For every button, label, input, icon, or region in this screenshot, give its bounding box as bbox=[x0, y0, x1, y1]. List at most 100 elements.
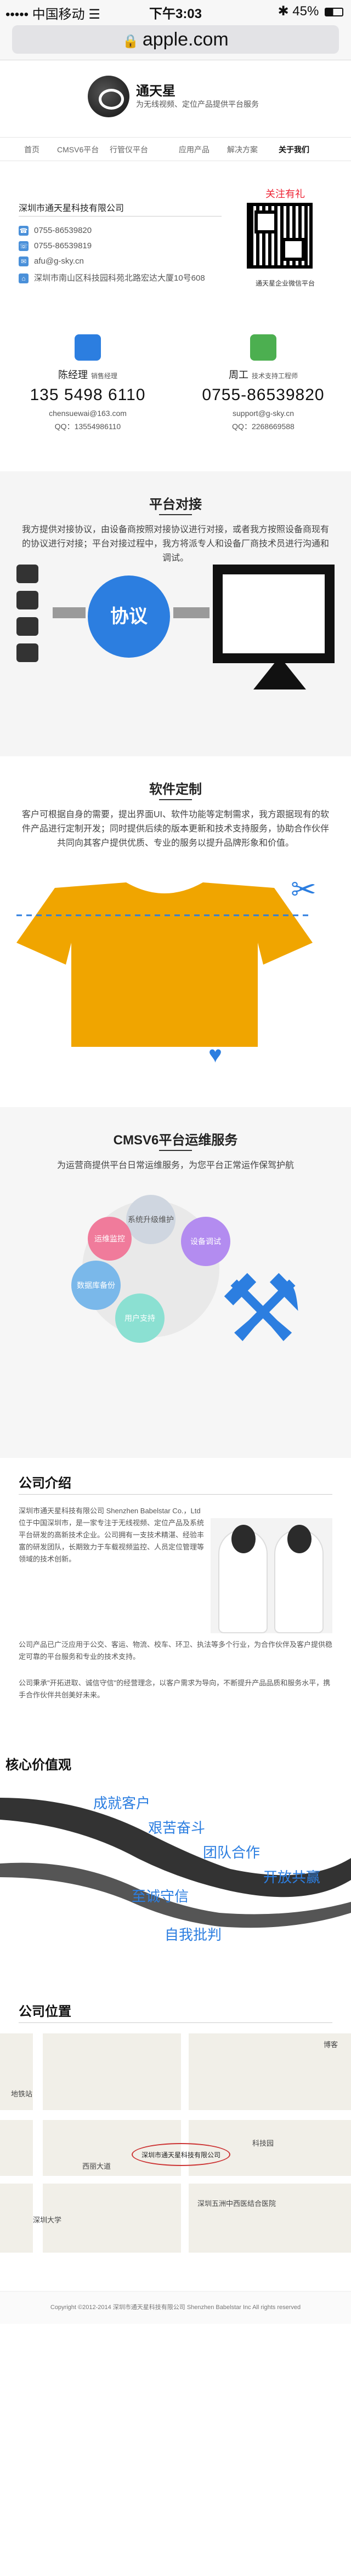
divider bbox=[19, 2022, 332, 2023]
title-underline bbox=[159, 1150, 192, 1151]
gps-icon bbox=[16, 617, 38, 636]
software-custom-section: 软件定制 客户可根据自身的需要，提出界面UI、软件功能等定制需求，我方跟据现有的… bbox=[0, 756, 351, 1107]
arrow-icon bbox=[173, 607, 210, 618]
service-bubble: 用户支持 bbox=[115, 1293, 165, 1343]
site-header: 通天星 为无线视频、定位产品提供平台服务 bbox=[0, 60, 351, 137]
contact-qq: QQ：13554986110 bbox=[54, 422, 121, 431]
scissors-icon: ✂ bbox=[291, 872, 316, 907]
intro-paragraph-2: 公司产品已广泛应用于公交、客运、物流、校车、环卫、执法等多个行业，为合作伙伴及客… bbox=[19, 1640, 333, 1661]
contact-name: 周工 bbox=[228, 369, 248, 380]
battery-level: ✱ 45% bbox=[278, 3, 343, 19]
nav-item-about[interactable]: 关于我们 bbox=[279, 144, 309, 155]
map-label: 深圳大学 bbox=[33, 2216, 62, 2224]
camera-icon bbox=[16, 565, 38, 583]
title-underline bbox=[159, 799, 192, 800]
contact-name: 陈经理 bbox=[58, 369, 88, 380]
company-location-marker[interactable]: 深圳市通天星科技有限公司 bbox=[132, 2143, 230, 2166]
section-desc: 客户可根据自身的需要，提出界面UI、软件功能等定制需求，我方跟据现有的软件产品进… bbox=[22, 810, 330, 848]
fax-icon: ☏ bbox=[19, 241, 29, 252]
contact-email[interactable]: chensuewai@163.com bbox=[16, 409, 159, 418]
contact-section: 深圳市通天星科技有限公司 ☎ 0755-86539820 ☏ 0755-865398… bbox=[0, 181, 351, 471]
brand-name[interactable]: 通天星 bbox=[136, 80, 176, 99]
map-label: 科技园 bbox=[252, 2139, 274, 2147]
section-title: 平台对接 bbox=[149, 497, 202, 512]
company-location-section: 公司位置 博客 科技园 深圳市通天星科技有限公司 地铁站 西丽大道 深圳五洲中西… bbox=[0, 1984, 351, 2291]
tshirt-icon bbox=[16, 882, 313, 1047]
contact-card-sales: 陈经理 销售经理 135 5498 6110 chensuewai@163.com… bbox=[16, 334, 159, 438]
value-item: 开放共赢 bbox=[263, 1869, 321, 1885]
contact-phone-2[interactable]: ☏ 0755-86539819 bbox=[19, 241, 92, 252]
location-icon: ⌂ bbox=[19, 273, 29, 284]
section-desc: 为运营商提供平台日常运维服务，为您平台正常运作保驾护航 bbox=[56, 1161, 294, 1170]
tools-icon bbox=[250, 334, 276, 361]
contact-address: ⌂ 深圳市南山区科技园科苑北路宏达大厦10号608 bbox=[19, 272, 205, 284]
main-nav: 首页 CMSV6平台 行管仪平台 应用产品 解决方案 关于我们 bbox=[0, 137, 351, 161]
company-name: 深圳市通天星科技有限公司 bbox=[19, 204, 124, 213]
status-bar: ••••• 中国移动 ☰ 下午3:03 ✱ 45% bbox=[0, 0, 351, 22]
map-road bbox=[0, 2110, 351, 2120]
copyright-text: Copyright ©2012-2014 深圳市通天星科技有限公司 Shenzh… bbox=[50, 2304, 301, 2311]
page: ••••• 中国移动 ☰ 下午3:03 ✱ 45% 🔒 apple.com 通天… bbox=[0, 0, 351, 2576]
contact-email[interactable]: support@g-sky.cn bbox=[192, 409, 335, 418]
webcam-icon bbox=[16, 643, 38, 662]
section-title: 软件定制 bbox=[149, 782, 202, 797]
value-item: 成就客户 bbox=[93, 1795, 151, 1811]
monitor-icon bbox=[213, 565, 335, 689]
lock-icon: 🔒 bbox=[122, 34, 143, 49]
section-desc: 我方提供对接协议，由设备商按照对接协议进行对接，或者我方按照设备商现有的协议进行… bbox=[22, 525, 330, 563]
logo-icon[interactable] bbox=[88, 76, 129, 117]
contact-email[interactable]: ✉ afu@g-sky.cn bbox=[19, 257, 84, 267]
wrench-screwdriver-icon: ⚒ bbox=[219, 1257, 303, 1361]
person-icon bbox=[75, 334, 101, 361]
cmsv6-service-section: CMSV6平台运维服务 为运营商提供平台日常运维服务，为您平台正常运作保驾护航 … bbox=[0, 1107, 351, 1458]
person-icon bbox=[274, 1525, 324, 1633]
service-bubble: 系统升级维护 bbox=[126, 1195, 176, 1244]
staff-photo bbox=[211, 1518, 332, 1633]
url-field[interactable]: 🔒 apple.com bbox=[12, 25, 339, 54]
nav-item-home[interactable]: 首页 bbox=[24, 144, 39, 155]
browser-url-bar: 🔒 apple.com bbox=[0, 22, 351, 60]
core-values-section: 核心价值观 成就客户 艰苦奋斗 团队合作 开放共赢 至诚守信 自我批判 bbox=[0, 1754, 351, 1984]
map[interactable]: 博客 科技园 深圳市通天星科技有限公司 地铁站 西丽大道 深圳五洲中西医结合医院… bbox=[0, 2033, 351, 2253]
intro-paragraph-3: 公司秉承"开拓进取、诚信守信"的经营理念，以客户需求为导向，不断提升产品品质和服… bbox=[19, 1679, 331, 1699]
divider bbox=[19, 1494, 332, 1495]
nav-item-cmsv6[interactable]: CMSV6平台 bbox=[57, 144, 99, 155]
map-label: 深圳五洲中西医结合医院 bbox=[197, 2199, 276, 2208]
contact-qq: QQ：2268669588 bbox=[232, 422, 295, 431]
bluetooth-icon: ✱ bbox=[278, 4, 293, 19]
nav-item-solutions[interactable]: 解决方案 bbox=[227, 144, 258, 155]
phone-icon: ☎ bbox=[19, 226, 29, 236]
value-item: 艰苦奋斗 bbox=[148, 1820, 206, 1836]
arrow-icon bbox=[53, 607, 86, 618]
nav-item-recorder-platform[interactable]: 行管仪平台 bbox=[110, 144, 148, 155]
value-item: 自我批判 bbox=[165, 1927, 222, 1943]
map-label: 博客 bbox=[324, 2041, 338, 2049]
heart-icon: ♥ bbox=[208, 1041, 222, 1067]
service-bubble: 运维监控 bbox=[88, 1217, 132, 1261]
mail-icon: ✉ bbox=[19, 257, 29, 267]
contact-phone[interactable]: 135 5498 6110 bbox=[16, 386, 159, 404]
value-item: 团队合作 bbox=[203, 1844, 261, 1861]
contact-title: 技术支持工程师 bbox=[251, 372, 298, 380]
person-icon bbox=[218, 1525, 268, 1633]
qr-caption: 通天星企业微信平台 bbox=[255, 280, 315, 287]
brand-slogan: 为无线视频、定位产品提供平台服务 bbox=[136, 100, 259, 109]
footer: Copyright ©2012-2014 深圳市通天星科技有限公司 Shenzh… bbox=[0, 2291, 351, 2324]
company-intro-section: 公司介绍 深圳市通天星科技有限公司 Shenzhen Babelstar Co.… bbox=[0, 1458, 351, 1754]
title-underline bbox=[159, 514, 192, 515]
value-item: 至诚守信 bbox=[132, 1888, 189, 1905]
nav-item-products[interactable]: 应用产品 bbox=[179, 144, 210, 155]
platform-docking-section: 平台对接 我方提供对接协议，由设备商按照对接协议进行对接，或者我方按照设备商现有… bbox=[0, 471, 351, 756]
map-label: 西丽大道 bbox=[82, 2162, 111, 2170]
section-title: 核心价值观 bbox=[5, 1758, 71, 1773]
road-graphic bbox=[0, 1798, 351, 1928]
map-label: 地铁站 bbox=[11, 2090, 33, 2098]
wechat-qr-code[interactable] bbox=[247, 203, 313, 269]
contact-title: 销售经理 bbox=[90, 372, 117, 380]
device-icons bbox=[16, 565, 49, 691]
intro-paragraph-1: 深圳市通天星科技有限公司 Shenzhen Babelstar Co.，Ltd … bbox=[19, 1507, 205, 1563]
dvr-icon bbox=[16, 591, 38, 609]
contact-phone[interactable]: 0755-86539820 bbox=[192, 386, 335, 404]
map-road bbox=[0, 2176, 351, 2184]
contact-phone-1[interactable]: ☎ 0755-86539820 bbox=[19, 226, 92, 236]
